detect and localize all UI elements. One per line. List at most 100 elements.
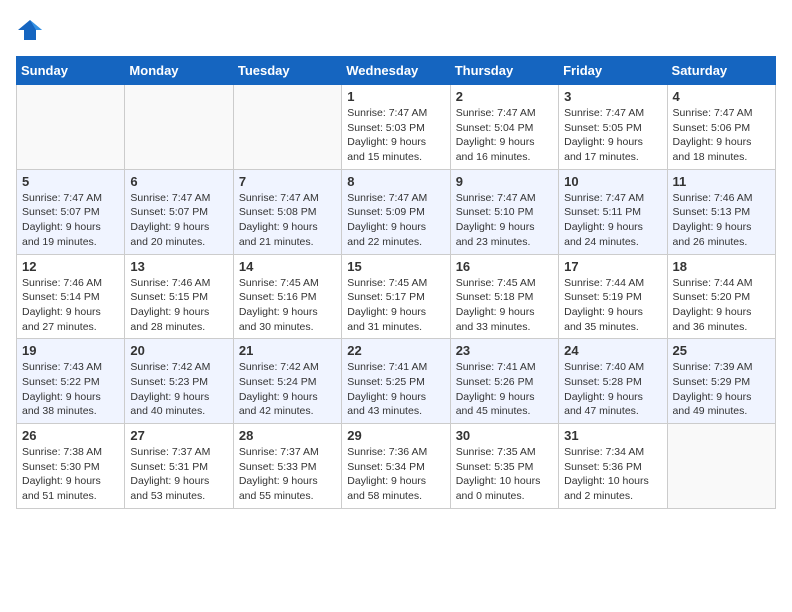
calendar-day-cell: 12 Sunrise: 7:46 AM Sunset: 5:14 PM Dayli… [17, 254, 125, 339]
day-info: Sunrise: 7:41 AM Sunset: 5:26 PM Dayligh… [456, 360, 553, 419]
calendar-day-cell [17, 85, 125, 170]
calendar-day-cell: 6 Sunrise: 7:47 AM Sunset: 5:07 PM Daylig… [125, 169, 233, 254]
page-header [16, 16, 776, 44]
day-number: 13 [130, 259, 227, 274]
day-info: Sunrise: 7:47 AM Sunset: 5:06 PM Dayligh… [673, 106, 770, 165]
day-info: Sunrise: 7:47 AM Sunset: 5:04 PM Dayligh… [456, 106, 553, 165]
day-of-week-header: Wednesday [342, 57, 450, 85]
calendar-day-cell: 4 Sunrise: 7:47 AM Sunset: 5:06 PM Daylig… [667, 85, 775, 170]
calendar-day-cell: 8 Sunrise: 7:47 AM Sunset: 5:09 PM Daylig… [342, 169, 450, 254]
day-number: 16 [456, 259, 553, 274]
day-info: Sunrise: 7:43 AM Sunset: 5:22 PM Dayligh… [22, 360, 119, 419]
day-info: Sunrise: 7:47 AM Sunset: 5:10 PM Dayligh… [456, 191, 553, 250]
calendar-day-cell: 27 Sunrise: 7:37 AM Sunset: 5:31 PM Dayli… [125, 424, 233, 509]
day-number: 27 [130, 428, 227, 443]
calendar-day-cell: 11 Sunrise: 7:46 AM Sunset: 5:13 PM Dayli… [667, 169, 775, 254]
day-info: Sunrise: 7:44 AM Sunset: 5:20 PM Dayligh… [673, 276, 770, 335]
day-number: 19 [22, 343, 119, 358]
calendar-day-cell: 10Sunrise: 7:47 AM Sunset: 5:11 PM Dayli… [559, 169, 667, 254]
day-info: Sunrise: 7:45 AM Sunset: 5:18 PM Dayligh… [456, 276, 553, 335]
day-of-week-header: Monday [125, 57, 233, 85]
calendar-day-cell: 22 Sunrise: 7:41 AM Sunset: 5:25 PM Dayli… [342, 339, 450, 424]
calendar-header-row: SundayMondayTuesdayWednesdayThursdayFrid… [17, 57, 776, 85]
calendar-day-cell: 14Sunrise: 7:45 AM Sunset: 5:16 PM Dayli… [233, 254, 341, 339]
day-info: Sunrise: 7:40 AM Sunset: 5:28 PM Dayligh… [564, 360, 661, 419]
day-info: Sunrise: 7:46 AM Sunset: 5:15 PM Dayligh… [130, 276, 227, 335]
calendar-day-cell: 13 Sunrise: 7:46 AM Sunset: 5:15 PM Dayli… [125, 254, 233, 339]
logo-icon [16, 16, 44, 44]
day-number: 17 [564, 259, 661, 274]
day-info: Sunrise: 7:36 AM Sunset: 5:34 PM Dayligh… [347, 445, 444, 504]
calendar-day-cell: 1Sunrise: 7:47 AM Sunset: 5:03 PM Daylig… [342, 85, 450, 170]
calendar-day-cell: 29 Sunrise: 7:36 AM Sunset: 5:34 PM Dayli… [342, 424, 450, 509]
calendar-day-cell: 15Sunrise: 7:45 AM Sunset: 5:17 PM Dayli… [342, 254, 450, 339]
calendar-day-cell: 7 Sunrise: 7:47 AM Sunset: 5:08 PM Daylig… [233, 169, 341, 254]
calendar-week-row: 1Sunrise: 7:47 AM Sunset: 5:03 PM Daylig… [17, 85, 776, 170]
day-number: 5 [22, 174, 119, 189]
day-number: 20 [130, 343, 227, 358]
day-info: Sunrise: 7:47 AM Sunset: 5:11 PM Dayligh… [564, 191, 661, 250]
day-number: 21 [239, 343, 336, 358]
day-number: 11 [673, 174, 770, 189]
calendar-day-cell: 26Sunrise: 7:38 AM Sunset: 5:30 PM Dayli… [17, 424, 125, 509]
day-number: 31 [564, 428, 661, 443]
day-of-week-header: Friday [559, 57, 667, 85]
day-of-week-header: Tuesday [233, 57, 341, 85]
day-number: 23 [456, 343, 553, 358]
day-info: Sunrise: 7:41 AM Sunset: 5:25 PM Dayligh… [347, 360, 444, 419]
day-number: 18 [673, 259, 770, 274]
day-info: Sunrise: 7:37 AM Sunset: 5:31 PM Dayligh… [130, 445, 227, 504]
calendar-day-cell: 3 Sunrise: 7:47 AM Sunset: 5:05 PM Daylig… [559, 85, 667, 170]
day-info: Sunrise: 7:42 AM Sunset: 5:23 PM Dayligh… [130, 360, 227, 419]
calendar-table: SundayMondayTuesdayWednesdayThursdayFrid… [16, 56, 776, 509]
calendar-day-cell: 24 Sunrise: 7:40 AM Sunset: 5:28 PM Dayli… [559, 339, 667, 424]
day-info: Sunrise: 7:47 AM Sunset: 5:08 PM Dayligh… [239, 191, 336, 250]
calendar-day-cell: 25 Sunrise: 7:39 AM Sunset: 5:29 PM Dayli… [667, 339, 775, 424]
day-number: 25 [673, 343, 770, 358]
calendar-day-cell: 16 Sunrise: 7:45 AM Sunset: 5:18 PM Dayli… [450, 254, 558, 339]
day-number: 22 [347, 343, 444, 358]
day-number: 29 [347, 428, 444, 443]
calendar-week-row: 19 Sunrise: 7:43 AM Sunset: 5:22 PM Dayli… [17, 339, 776, 424]
day-of-week-header: Saturday [667, 57, 775, 85]
logo [16, 16, 48, 44]
calendar-day-cell: 5 Sunrise: 7:47 AM Sunset: 5:07 PM Daylig… [17, 169, 125, 254]
day-info: Sunrise: 7:44 AM Sunset: 5:19 PM Dayligh… [564, 276, 661, 335]
day-number: 4 [673, 89, 770, 104]
calendar-day-cell: 17 Sunrise: 7:44 AM Sunset: 5:19 PM Dayli… [559, 254, 667, 339]
day-info: Sunrise: 7:35 AM Sunset: 5:35 PM Dayligh… [456, 445, 553, 504]
day-info: Sunrise: 7:47 AM Sunset: 5:07 PM Dayligh… [130, 191, 227, 250]
day-number: 7 [239, 174, 336, 189]
day-info: Sunrise: 7:45 AM Sunset: 5:17 PM Dayligh… [347, 276, 444, 335]
day-info: Sunrise: 7:47 AM Sunset: 5:05 PM Dayligh… [564, 106, 661, 165]
day-number: 3 [564, 89, 661, 104]
calendar-day-cell: 18 Sunrise: 7:44 AM Sunset: 5:20 PM Dayli… [667, 254, 775, 339]
day-number: 1 [347, 89, 444, 104]
day-info: Sunrise: 7:47 AM Sunset: 5:09 PM Dayligh… [347, 191, 444, 250]
calendar-day-cell: 2Sunrise: 7:47 AM Sunset: 5:04 PM Daylig… [450, 85, 558, 170]
day-info: Sunrise: 7:46 AM Sunset: 5:13 PM Dayligh… [673, 191, 770, 250]
calendar-day-cell: 19 Sunrise: 7:43 AM Sunset: 5:22 PM Dayli… [17, 339, 125, 424]
day-number: 12 [22, 259, 119, 274]
day-info: Sunrise: 7:47 AM Sunset: 5:07 PM Dayligh… [22, 191, 119, 250]
calendar-day-cell: 23 Sunrise: 7:41 AM Sunset: 5:26 PM Dayli… [450, 339, 558, 424]
day-info: Sunrise: 7:45 AM Sunset: 5:16 PM Dayligh… [239, 276, 336, 335]
day-number: 6 [130, 174, 227, 189]
day-info: Sunrise: 7:39 AM Sunset: 5:29 PM Dayligh… [673, 360, 770, 419]
day-info: Sunrise: 7:42 AM Sunset: 5:24 PM Dayligh… [239, 360, 336, 419]
calendar-day-cell: 9 Sunrise: 7:47 AM Sunset: 5:10 PM Daylig… [450, 169, 558, 254]
calendar-day-cell: 30Sunrise: 7:35 AM Sunset: 5:35 PM Dayli… [450, 424, 558, 509]
calendar-day-cell [233, 85, 341, 170]
calendar-day-cell [125, 85, 233, 170]
calendar-day-cell: 20 Sunrise: 7:42 AM Sunset: 5:23 PM Dayli… [125, 339, 233, 424]
day-info: Sunrise: 7:37 AM Sunset: 5:33 PM Dayligh… [239, 445, 336, 504]
day-number: 24 [564, 343, 661, 358]
calendar-day-cell: 28 Sunrise: 7:37 AM Sunset: 5:33 PM Dayli… [233, 424, 341, 509]
day-of-week-header: Sunday [17, 57, 125, 85]
calendar-day-cell: 31Sunrise: 7:34 AM Sunset: 5:36 PM Dayli… [559, 424, 667, 509]
day-number: 9 [456, 174, 553, 189]
calendar-week-row: 5 Sunrise: 7:47 AM Sunset: 5:07 PM Daylig… [17, 169, 776, 254]
day-info: Sunrise: 7:46 AM Sunset: 5:14 PM Dayligh… [22, 276, 119, 335]
day-number: 28 [239, 428, 336, 443]
day-number: 8 [347, 174, 444, 189]
